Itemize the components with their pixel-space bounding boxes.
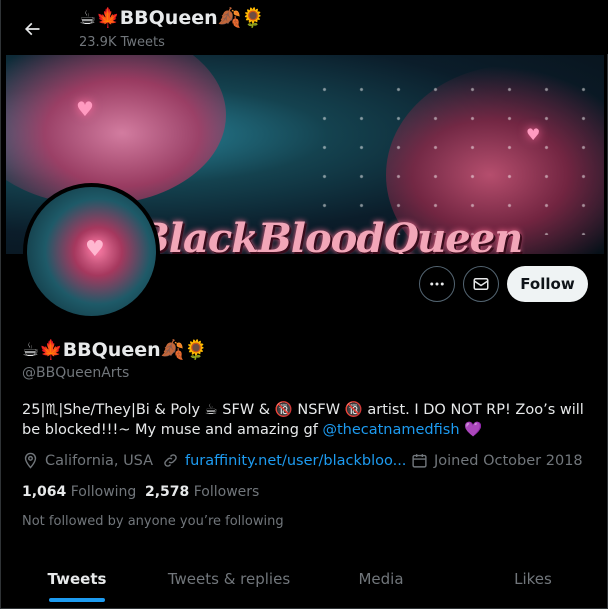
followers-count: 2,578 [145, 484, 190, 500]
mutual-followers-note: Not followed by anyone you’re following [22, 514, 284, 529]
calendar-icon [412, 454, 427, 468]
following-link[interactable]: 1,064 Following [22, 484, 136, 500]
tab-tweets[interactable]: Tweets [1, 550, 153, 608]
link-icon [164, 454, 177, 467]
banner-stars [306, 75, 604, 235]
banner-art-left [6, 55, 226, 205]
website: furaffinity.net/user/blackbloo... [162, 452, 406, 469]
location: California, USA [22, 452, 153, 469]
avatar[interactable]: ♥ [23, 183, 160, 320]
display-name: ☕🍁BBQueen🍂🌻 [22, 339, 208, 361]
following-count: 1,064 [22, 484, 67, 500]
tab-tweets-and-replies[interactable]: Tweets & replies [153, 550, 305, 608]
tab-label: Media [358, 570, 404, 588]
join-date: Joined October 2018 [411, 452, 583, 469]
website-link[interactable]: furaffinity.net/user/blackbloo... [185, 453, 406, 469]
followers-label: Followers [193, 484, 260, 500]
tab-label: Likes [514, 570, 552, 588]
bio-suffix: 💜 [459, 422, 483, 438]
tab-label: Tweets [47, 570, 107, 588]
top-bar: ☕🍁BBQueen🍂🌻 23.9K Tweets [1, 0, 608, 54]
join-date-text: Joined October 2018 [434, 452, 583, 469]
tweet-count: 23.9K Tweets [79, 35, 165, 50]
bio-text: 25|♏|She/They|Bi & Poly ☕ SFW & 🔞 NSFW 🔞… [22, 402, 584, 438]
profile-page: ☕🍁BBQueen🍂🌻 23.9K Tweets ♥ ♥ BlackBloodQ… [0, 0, 608, 609]
back-button[interactable] [15, 12, 49, 46]
follow-button[interactable]: Follow [507, 266, 588, 302]
heart-icon: ♥ [76, 97, 94, 121]
active-tab-indicator [49, 598, 105, 602]
bio-mention-link[interactable]: @thecatnamedfish [322, 422, 459, 438]
message-button[interactable] [463, 266, 499, 302]
tab-label: Tweets & replies [167, 570, 291, 588]
user-handle: @BBQueenArts [22, 365, 130, 381]
location-pin-icon [24, 452, 37, 469]
following-label: Following [70, 484, 137, 500]
more-dots-icon [430, 282, 444, 286]
heart-icon: ♥ [85, 237, 105, 262]
header-name: ☕🍁BBQueen🍂🌻 [79, 7, 265, 29]
more-options-button[interactable] [419, 266, 455, 302]
bio: 25|♏|She/They|Bi & Poly ☕ SFW & 🔞 NSFW 🔞… [22, 400, 592, 440]
envelope-icon [473, 278, 489, 290]
profile-tabs: Tweets Tweets & replies Media Likes [1, 550, 608, 609]
arrow-left-icon [24, 22, 40, 36]
tab-media[interactable]: Media [305, 550, 457, 608]
followers-link[interactable]: 2,578 Followers [145, 484, 259, 500]
location-text: California, USA [45, 452, 154, 469]
banner-title: BlackBloodQueen [136, 215, 523, 254]
heart-icon: ♥ [526, 125, 541, 144]
tab-likes[interactable]: Likes [457, 550, 608, 608]
